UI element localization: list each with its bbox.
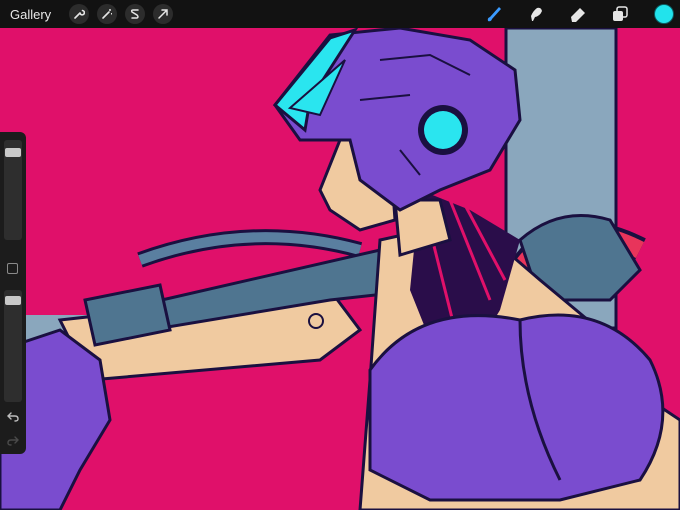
- transform-button[interactable]: [153, 4, 174, 24]
- undo-icon[interactable]: [6, 411, 20, 423]
- brush-tool[interactable]: [484, 4, 504, 24]
- eraser-tool[interactable]: [568, 4, 588, 24]
- transform-arrow-icon: [158, 9, 168, 19]
- chest-armor: [368, 313, 665, 502]
- left-sidebar: [0, 132, 26, 454]
- modify-button[interactable]: [7, 263, 18, 274]
- drawing-canvas[interactable]: [0, 0, 680, 510]
- selection-icon: [131, 9, 139, 19]
- selection-button[interactable]: [125, 4, 146, 24]
- gallery-button[interactable]: Gallery: [10, 7, 51, 22]
- opacity-slider[interactable]: [4, 290, 22, 402]
- color-picker-button[interactable]: [654, 4, 674, 24]
- brush-size-thumb[interactable]: [5, 148, 21, 158]
- magic-wand-icon: [102, 9, 113, 19]
- top-toolbar: Gallery: [0, 0, 680, 28]
- eraser-icon: [571, 8, 585, 22]
- adjustments-button[interactable]: [97, 4, 118, 24]
- wrench-icon: [74, 9, 86, 19]
- layers-icon: [613, 6, 628, 21]
- brush-size-slider[interactable]: [4, 140, 22, 240]
- layers-button[interactable]: [610, 4, 630, 24]
- actions-button[interactable]: [69, 4, 90, 24]
- opacity-thumb[interactable]: [5, 296, 21, 306]
- smudge-tool[interactable]: [526, 4, 546, 24]
- brush-icon: [487, 7, 501, 22]
- smudge-icon: [531, 7, 542, 21]
- redo-icon[interactable]: [6, 435, 20, 447]
